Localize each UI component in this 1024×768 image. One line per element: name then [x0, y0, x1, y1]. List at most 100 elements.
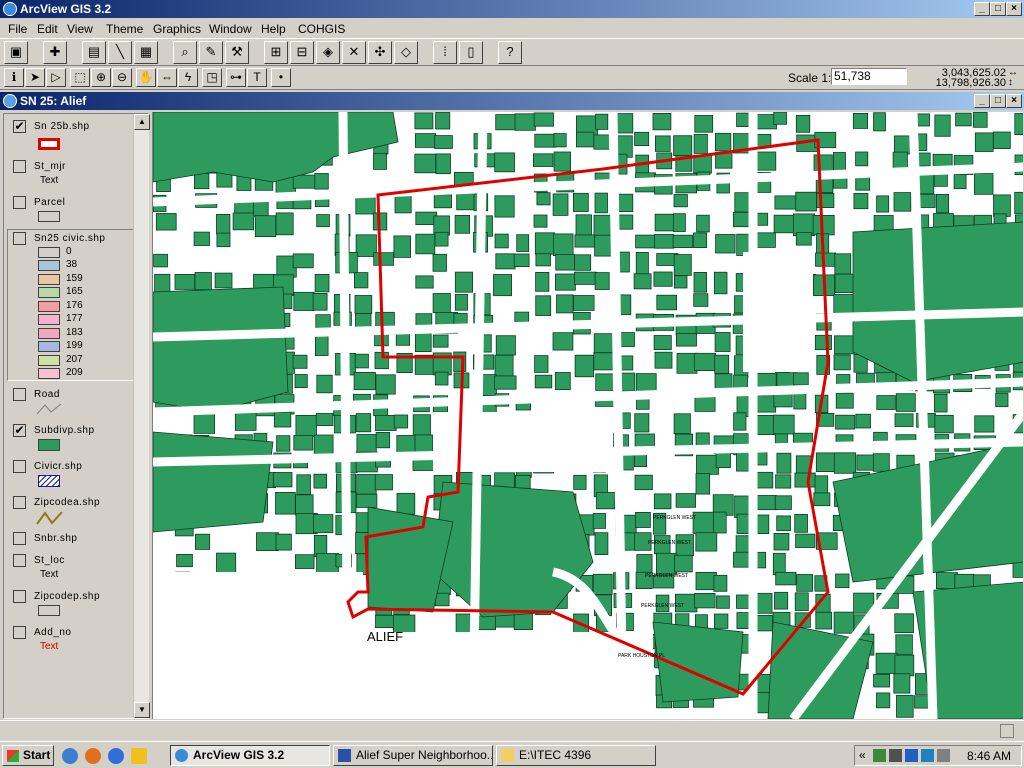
zoom-to-active-themes-icon[interactable]: ⊟: [290, 41, 314, 64]
tray-security-icon[interactable]: [921, 749, 934, 762]
query-builder-icon[interactable]: ⚒: [225, 41, 249, 64]
quicklaunch-media-icon[interactable]: [131, 748, 147, 764]
theme-name-zipcodea[interactable]: Zipcodea.shp: [34, 497, 100, 508]
text-tool-icon[interactable]: T: [247, 68, 267, 87]
taskbar-task-folder[interactable]: E:\ITEC 4396: [496, 745, 656, 766]
menu-view[interactable]: View: [67, 22, 93, 36]
close-button[interactable]: ×: [1006, 2, 1022, 16]
view-maximize-button[interactable]: □: [990, 94, 1006, 108]
theme-name-st-loc[interactable]: St_loc: [34, 555, 65, 566]
theme-name-st-mjr[interactable]: St_mjr: [34, 161, 66, 172]
theme-checkbox-zipcodep[interactable]: [13, 590, 26, 603]
theme-name-subdivp[interactable]: Subdivp.shp: [34, 425, 95, 436]
theme-checkbox-st-mjr[interactable]: [13, 160, 26, 173]
select-feature-icon[interactable]: ⬚: [70, 68, 90, 87]
clear-selection-icon[interactable]: ▯: [459, 41, 483, 64]
theme-name-snbr[interactable]: Snbr.shp: [34, 533, 77, 544]
open-table-icon[interactable]: ▦: [134, 41, 158, 64]
tray-expand-icon[interactable]: «: [859, 748, 866, 762]
arcview-app-icon[interactable]: [3, 2, 17, 16]
theme-name-sn25-civic[interactable]: Sn25 civic.shp: [34, 233, 105, 244]
start-label: Start: [23, 748, 51, 762]
theme-properties-icon[interactable]: ▤: [82, 41, 106, 64]
theme-name-sn25b[interactable]: Sn 25b.shp: [34, 121, 90, 132]
parcel: [296, 474, 311, 495]
pointer-icon[interactable]: ➤: [25, 68, 45, 87]
zoom-previous-icon[interactable]: ◇: [394, 41, 418, 64]
tray-shield-icon[interactable]: [905, 749, 918, 762]
zoom-out-fixed-icon[interactable]: ✣: [368, 41, 392, 64]
parcel: [795, 115, 811, 133]
maximize-button[interactable]: □: [990, 2, 1006, 16]
quicklaunch-firefox-icon[interactable]: [85, 748, 101, 764]
edit-legend-icon[interactable]: ╲: [108, 41, 132, 64]
zoom-in-icon[interactable]: ⊕: [91, 68, 111, 87]
parcel: [833, 452, 857, 474]
view-minimize-button[interactable]: _: [974, 94, 990, 108]
theme-checkbox-parcel[interactable]: [13, 196, 26, 209]
menu-edit[interactable]: Edit: [37, 22, 58, 36]
theme-checkbox-snbr[interactable]: [13, 532, 26, 545]
scale-input[interactable]: 51,738: [831, 68, 907, 85]
select-features-icon[interactable]: ⁞: [433, 41, 457, 64]
theme-checkbox-add-no[interactable]: [13, 626, 26, 639]
theme-name-road[interactable]: Road: [34, 389, 60, 400]
parcel: [316, 553, 339, 574]
zoom-in-fixed-icon[interactable]: ✕: [342, 41, 366, 64]
map-canvas[interactable]: ALIEF PERKGLEN WEST PERKGLEN WEST PERKGL…: [153, 112, 1023, 719]
pan-icon[interactable]: ✋: [136, 68, 156, 87]
theme-checkbox-st-loc[interactable]: [13, 554, 26, 567]
theme-checkbox-road[interactable]: [13, 388, 26, 401]
theme-name-add-no[interactable]: Add_no: [34, 627, 71, 638]
theme-checkbox-subdivp[interactable]: ✔: [13, 424, 26, 437]
map-display[interactable]: ALIEF PERKGLEN WEST PERKGLEN WEST PERKGL…: [152, 112, 1023, 719]
tray-volume-icon[interactable]: [889, 749, 902, 762]
find-icon[interactable]: ⌕: [173, 41, 197, 64]
menu-theme[interactable]: Theme: [106, 22, 143, 36]
tray-network-icon[interactable]: [873, 749, 886, 762]
theme-checkbox-sn25-civic[interactable]: [13, 232, 26, 245]
taskbar-task-word[interactable]: Alief Super Neighborhoo...: [333, 745, 493, 766]
minimize-button[interactable]: _: [974, 2, 990, 16]
menu-cohgis[interactable]: COHGIS: [298, 22, 345, 36]
menu-help[interactable]: Help: [261, 22, 286, 36]
menu-window[interactable]: Window: [209, 22, 252, 36]
class-label: 183: [66, 327, 83, 338]
theme-checkbox-sn25b[interactable]: ✔: [13, 120, 26, 133]
locate-address-icon[interactable]: ✎: [199, 41, 223, 64]
parcel: [355, 413, 372, 433]
quicklaunch-ie-icon[interactable]: [108, 748, 124, 764]
menu-graphics[interactable]: Graphics: [153, 22, 201, 36]
zoom-to-full-extent-icon[interactable]: ⊞: [264, 41, 288, 64]
measure-icon[interactable]: ⇔: [157, 68, 177, 87]
area-of-interest-icon[interactable]: ◳: [202, 68, 222, 87]
theme-checkbox-zipcodea[interactable]: [13, 496, 26, 509]
parcel: [176, 553, 193, 568]
theme-name-civicr[interactable]: Civicr.shp: [34, 461, 82, 472]
quicklaunch-desktop-icon[interactable]: [62, 748, 78, 764]
start-button[interactable]: Start: [2, 745, 54, 766]
resize-grip-icon[interactable]: [1000, 724, 1014, 738]
theme-name-zipcodep[interactable]: Zipcodep.shp: [34, 591, 100, 602]
zoom-to-selected-icon[interactable]: ◈: [316, 41, 340, 64]
scroll-down-icon[interactable]: ▼: [134, 702, 150, 718]
tray-device-icon[interactable]: [937, 749, 950, 762]
legend-scrollbar[interactable]: ▲ ▼: [133, 114, 150, 718]
menu-file[interactable]: File: [8, 22, 27, 36]
hotlink-icon[interactable]: ϟ: [178, 68, 198, 87]
scroll-up-icon[interactable]: ▲: [134, 114, 150, 130]
vertex-edit-icon[interactable]: ▷: [46, 68, 66, 87]
parcel: [695, 532, 718, 552]
zoom-out-icon[interactable]: ⊖: [112, 68, 132, 87]
save-project-icon[interactable]: ▣: [4, 41, 28, 64]
view-close-button[interactable]: ×: [1006, 94, 1022, 108]
label-icon[interactable]: ⊶: [226, 68, 246, 87]
theme-name-parcel[interactable]: Parcel: [34, 197, 65, 208]
draw-point-icon[interactable]: •: [271, 68, 291, 87]
parcel: [254, 215, 277, 237]
theme-checkbox-civicr[interactable]: [13, 460, 26, 473]
help-icon[interactable]: ?: [498, 41, 522, 64]
taskbar-task-arcview[interactable]: ArcView GIS 3.2: [170, 745, 330, 766]
add-theme-icon[interactable]: ✚: [43, 41, 67, 64]
identify-icon[interactable]: ℹ: [4, 68, 24, 87]
